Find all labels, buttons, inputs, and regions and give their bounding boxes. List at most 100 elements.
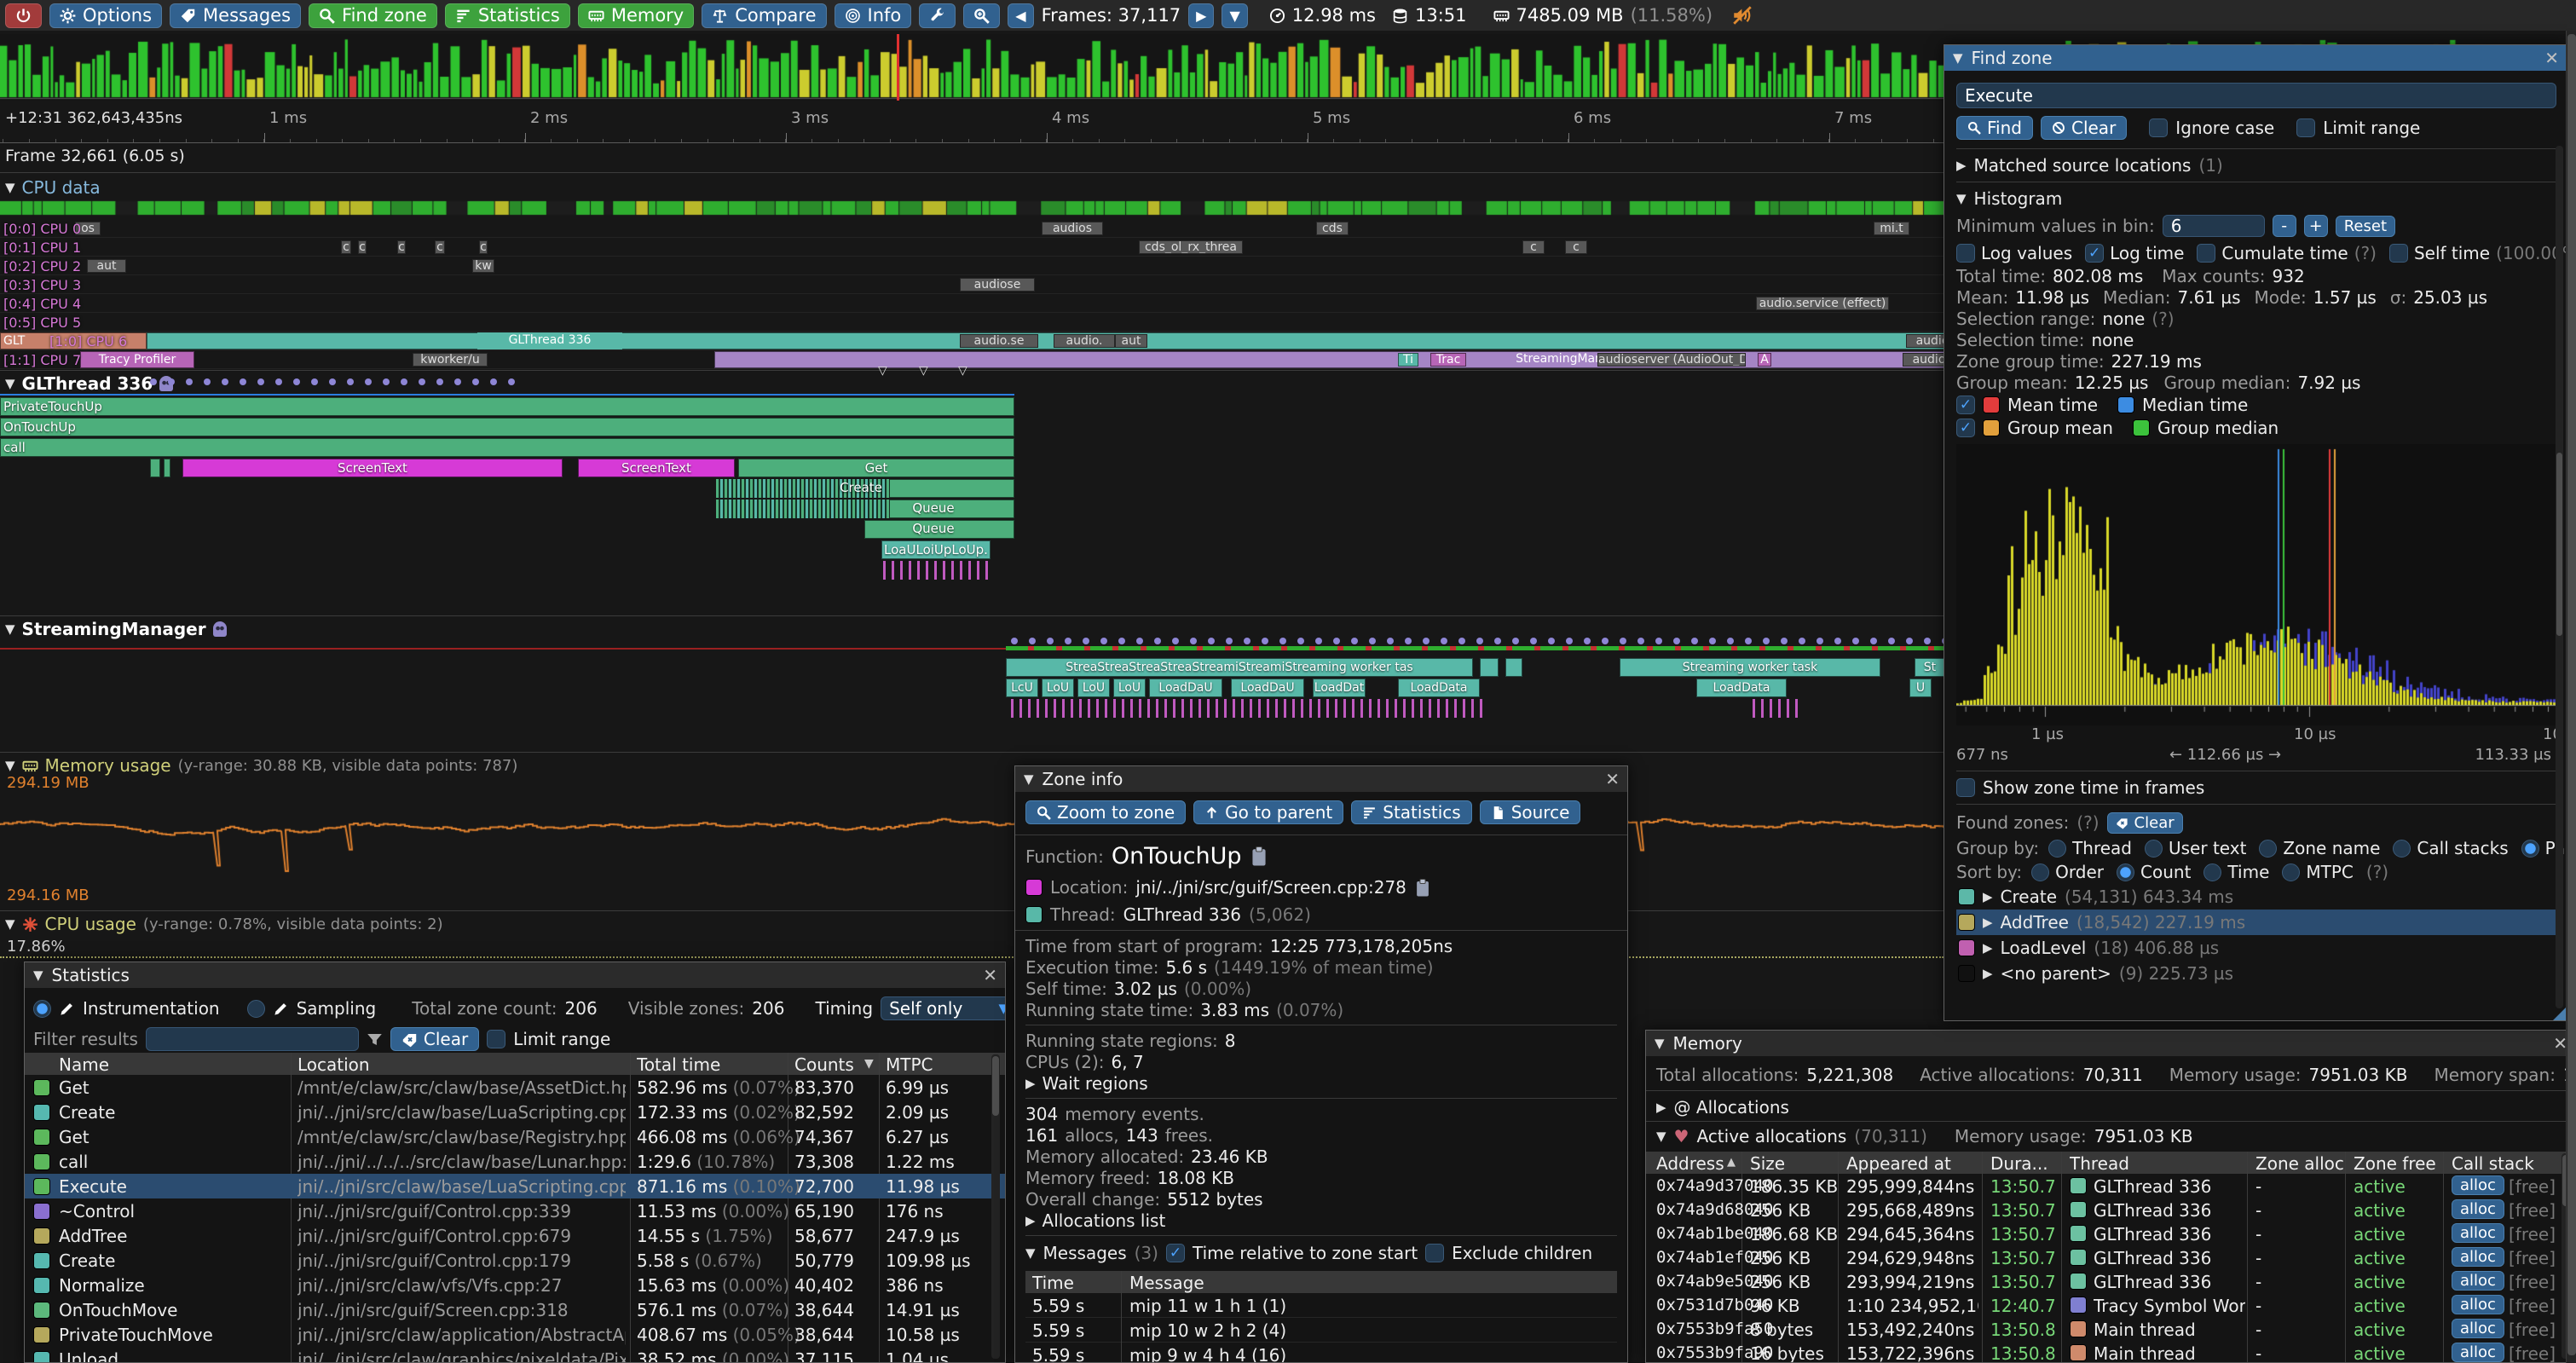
ignore-case-checkbox[interactable]: [2149, 118, 2168, 137]
table-row[interactable]: 0x7553b9fa508 bytes153,492,240ns13:50.8M…: [1646, 1317, 2575, 1341]
zone-segment[interactable]: Queue: [869, 520, 997, 539]
zone-segment[interactable]: ScreenText: [182, 459, 563, 477]
mute-icon[interactable]: [1732, 5, 1753, 26]
expand-arrow-icon[interactable]: ▶: [1983, 889, 1993, 904]
collapse-arrow-icon[interactable]: ▼: [1025, 1245, 1036, 1261]
collapsed-zones-icon[interactable]: ▽: [878, 364, 887, 378]
cpu-zone-segment[interactable]: mi.t: [1874, 222, 1909, 235]
messages-button[interactable]: Messages: [170, 3, 301, 28]
table-row[interactable]: 0x74a9d37040186.35 KB295,999,844ns13:50.…: [1646, 1174, 2575, 1198]
time-radio[interactable]: [2203, 863, 2221, 881]
cpu-data-header[interactable]: ▼ CPU data: [5, 177, 101, 198]
sampling-radio[interactable]: [247, 1000, 265, 1018]
cumulate-time-checkbox[interactable]: [2197, 244, 2215, 263]
collapse-arrow-icon[interactable]: ▼: [1024, 771, 1034, 787]
find-zone-button[interactable]: Find zone: [309, 3, 437, 28]
zone-segment[interactable]: LoadDaU: [1231, 679, 1304, 697]
column-header-dura-[interactable]: Dura...: [1990, 1153, 2048, 1174]
cpu-zone-segment[interactable]: c: [341, 240, 351, 254]
filter-clear-button[interactable]: Clear: [390, 1027, 479, 1051]
table-row[interactable]: Unloadjni/../jni/src/claw/graphics/pixel…: [25, 1347, 1005, 1362]
zone-info-titlebar[interactable]: ▼ Zone info: [1015, 766, 1627, 792]
found-zone-group[interactable]: ▶LoadLevel(18) 406.88 µs: [1956, 935, 2560, 961]
column-header-zone-free[interactable]: Zone free: [2354, 1153, 2436, 1174]
parent-radio[interactable]: [2521, 840, 2539, 858]
zone-segment[interactable]: PrivateTouchUp: [0, 397, 1014, 416]
zone-segment[interactable]: LoadDat: [1313, 679, 1366, 697]
memory-button[interactable]: Memory: [578, 3, 694, 28]
table-row[interactable]: 0x74a9d68040256 KB295,668,489ns13:50.7GL…: [1646, 1198, 2575, 1222]
power-button[interactable]: [5, 3, 42, 28]
plus-button[interactable]: +: [2304, 215, 2328, 237]
find-zone-titlebar[interactable]: ▼ Find zone: [1944, 45, 2567, 71]
column-header-zone-alloc[interactable]: Zone alloc: [2255, 1153, 2344, 1174]
cpu-plot-header[interactable]: ▼ CPU usage (y-range: 0.78%, visible dat…: [5, 914, 443, 934]
info-button[interactable]: Info: [835, 3, 912, 28]
next-frame-button[interactable]: ▶: [1188, 3, 1214, 28]
cpu-zone-segment[interactable]: audio.se: [960, 334, 1038, 348]
table-row[interactable]: OnTouchMovejni/../jni/src/guif/Screen.cp…: [25, 1297, 1005, 1322]
table-row[interactable]: Normalizejni/../jni/src/claw/vfs/Vfs.cpp…: [25, 1273, 1005, 1297]
cpu-zone-segment[interactable]: audio.service (effect): [1756, 297, 1889, 310]
column-header-thread[interactable]: Thread: [2070, 1153, 2129, 1174]
column-header-total-time[interactable]: Total time: [637, 1054, 720, 1075]
column-header-address[interactable]: Address: [1656, 1153, 1724, 1174]
clipboard-icon[interactable]: [1250, 846, 1268, 867]
log-values-checkbox[interactable]: [1956, 244, 1975, 263]
cpu-zone-segment[interactable]: cds_ol_rx_threa: [1139, 240, 1243, 254]
alloc-callstack-button[interactable]: alloc: [2452, 1319, 2504, 1338]
legend-checkbox[interactable]: ✓: [1956, 396, 1975, 414]
memory-plot-header[interactable]: ▼ Memory usage (y-range: 30.88 KB, visib…: [5, 755, 517, 776]
alloc-callstack-button[interactable]: alloc: [2452, 1175, 2504, 1195]
go-to-parent-button[interactable]: Go to parent: [1193, 800, 1343, 824]
zone-segment[interactable]: [1505, 658, 1522, 677]
table-row[interactable]: 0x74ab9e5040256 KB293,994,219ns13:50.7GL…: [1646, 1269, 2575, 1293]
cpu-zone-segment[interactable]: audioserver (AudioOut_D): [1597, 353, 1746, 367]
tools-button[interactable]: [919, 3, 956, 28]
cpu-zone-segment[interactable]: kworker/u: [413, 353, 488, 367]
order-radio[interactable]: [2031, 863, 2049, 881]
collapse-arrow-icon[interactable]: ▼: [5, 758, 15, 773]
zone-segment[interactable]: Create: [793, 479, 929, 498]
cpu-zone-segment[interactable]: c: [1565, 240, 1587, 254]
alloc-callstack-button[interactable]: alloc: [2452, 1343, 2504, 1362]
column-header-counts[interactable]: Counts: [794, 1054, 854, 1075]
memory-plot[interactable]: [0, 786, 1952, 885]
table-row[interactable]: 0x7553b9fa9016 bytes153,722,396ns13:50.8…: [1646, 1341, 2575, 1362]
clipboard-icon[interactable]: [1414, 878, 1431, 898]
cpu-zone-segment[interactable]: aut: [1115, 334, 1147, 348]
collapsed-zones-icon[interactable]: ▽: [958, 364, 967, 378]
found-zone-group[interactable]: ▶Create(54,131) 643.34 ms: [1956, 884, 2560, 910]
cpu-zone-segment[interactable]: c: [358, 240, 367, 254]
cpu-zone-segment[interactable]: Ti: [1398, 353, 1418, 367]
zone-name-radio[interactable]: [2259, 840, 2277, 858]
found-zone-group[interactable]: ▶<no parent>(9) 225.73 µs: [1956, 961, 2560, 986]
legend-checkbox[interactable]: ✓: [1956, 419, 1975, 437]
self-time-checkbox[interactable]: [2389, 244, 2408, 263]
cpu-zone-segment[interactable]: c: [397, 240, 406, 254]
zone-segment[interactable]: call: [0, 438, 1014, 457]
zone-segment[interactable]: U: [1909, 679, 1932, 697]
zone-segment[interactable]: LoadDaU: [1149, 679, 1222, 697]
zone-segment[interactable]: [1480, 658, 1499, 677]
reset-button[interactable]: Reset: [2336, 216, 2395, 237]
glthread-header[interactable]: ▼ GLThread 336: [5, 373, 173, 394]
zone-segment[interactable]: Queue: [869, 500, 997, 518]
call-stacks-radio[interactable]: [2393, 840, 2411, 858]
collapse-arrow-icon[interactable]: ▼: [5, 621, 15, 637]
collapse-arrow-icon[interactable]: ▼: [1655, 1036, 1665, 1051]
zoom-tool-button[interactable]: [963, 3, 1000, 28]
minus-button[interactable]: -: [2273, 215, 2296, 237]
collapse-arrow-icon[interactable]: ▼: [5, 180, 15, 195]
collapse-arrow-icon[interactable]: ▼: [1656, 1129, 1666, 1144]
cpu-zone-segment[interactable]: c: [1522, 240, 1545, 254]
collapse-arrow-icon[interactable]: ▼: [1956, 191, 1967, 206]
find-zone-histogram[interactable]: [1956, 444, 2556, 725]
column-header-name[interactable]: Name: [59, 1054, 109, 1075]
memory-titlebar[interactable]: ▼ Memory: [1646, 1031, 2575, 1056]
expand-arrow-icon[interactable]: ▶: [1983, 915, 1993, 930]
cpu-zone-segment[interactable]: audiose: [960, 278, 1035, 292]
histogram-row[interactable]: ▼Histogram: [1956, 187, 2556, 211]
collapse-arrow-icon[interactable]: ▼: [5, 916, 15, 932]
zone-segment[interactable]: Streaming worker task: [1620, 658, 1880, 677]
